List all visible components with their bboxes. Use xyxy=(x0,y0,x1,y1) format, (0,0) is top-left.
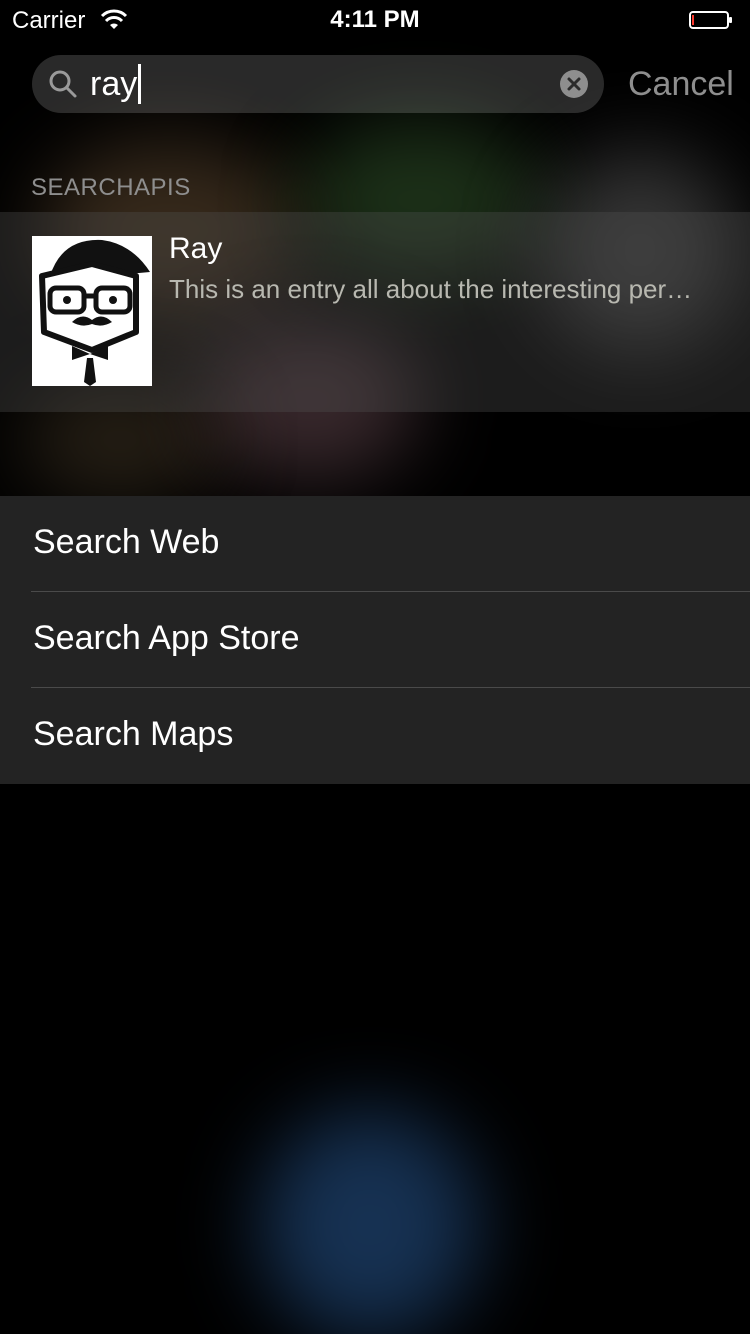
search-actions-list: Search Web Search App Store Search Maps xyxy=(0,496,750,784)
result-title: Ray xyxy=(169,232,223,265)
search-query-text: ray xyxy=(90,65,138,103)
search-app-store-item[interactable]: Search App Store xyxy=(0,592,750,688)
search-input[interactable]: ray xyxy=(90,64,142,104)
search-web-item[interactable]: Search Web xyxy=(0,496,750,592)
clear-icon[interactable] xyxy=(560,70,588,98)
battery-icon xyxy=(689,11,732,29)
cancel-button[interactable]: Cancel xyxy=(628,63,734,105)
search-icon xyxy=(49,70,77,98)
action-label: Search Maps xyxy=(33,715,234,753)
search-field[interactable]: ray xyxy=(32,55,604,113)
result-thumbnail xyxy=(32,236,152,386)
mustache-avatar-icon xyxy=(39,239,150,386)
action-label: Search App Store xyxy=(33,619,300,657)
action-label: Search Web xyxy=(33,523,220,561)
status-bar: Carrier 4:11 PM xyxy=(0,0,750,40)
search-result-row[interactable]: Ray This is an entry all about the inter… xyxy=(0,212,750,412)
spotlight-search-screen: Carrier 4:11 PM ray Cancel SEARCHAPIS Ra… xyxy=(0,0,750,1334)
text-caret xyxy=(138,64,142,104)
result-subtitle: This is an entry all about the interesti… xyxy=(169,274,693,304)
section-header: SEARCHAPIS xyxy=(31,174,191,201)
search-maps-item[interactable]: Search Maps xyxy=(0,688,750,784)
clock: 4:11 PM xyxy=(330,6,420,33)
